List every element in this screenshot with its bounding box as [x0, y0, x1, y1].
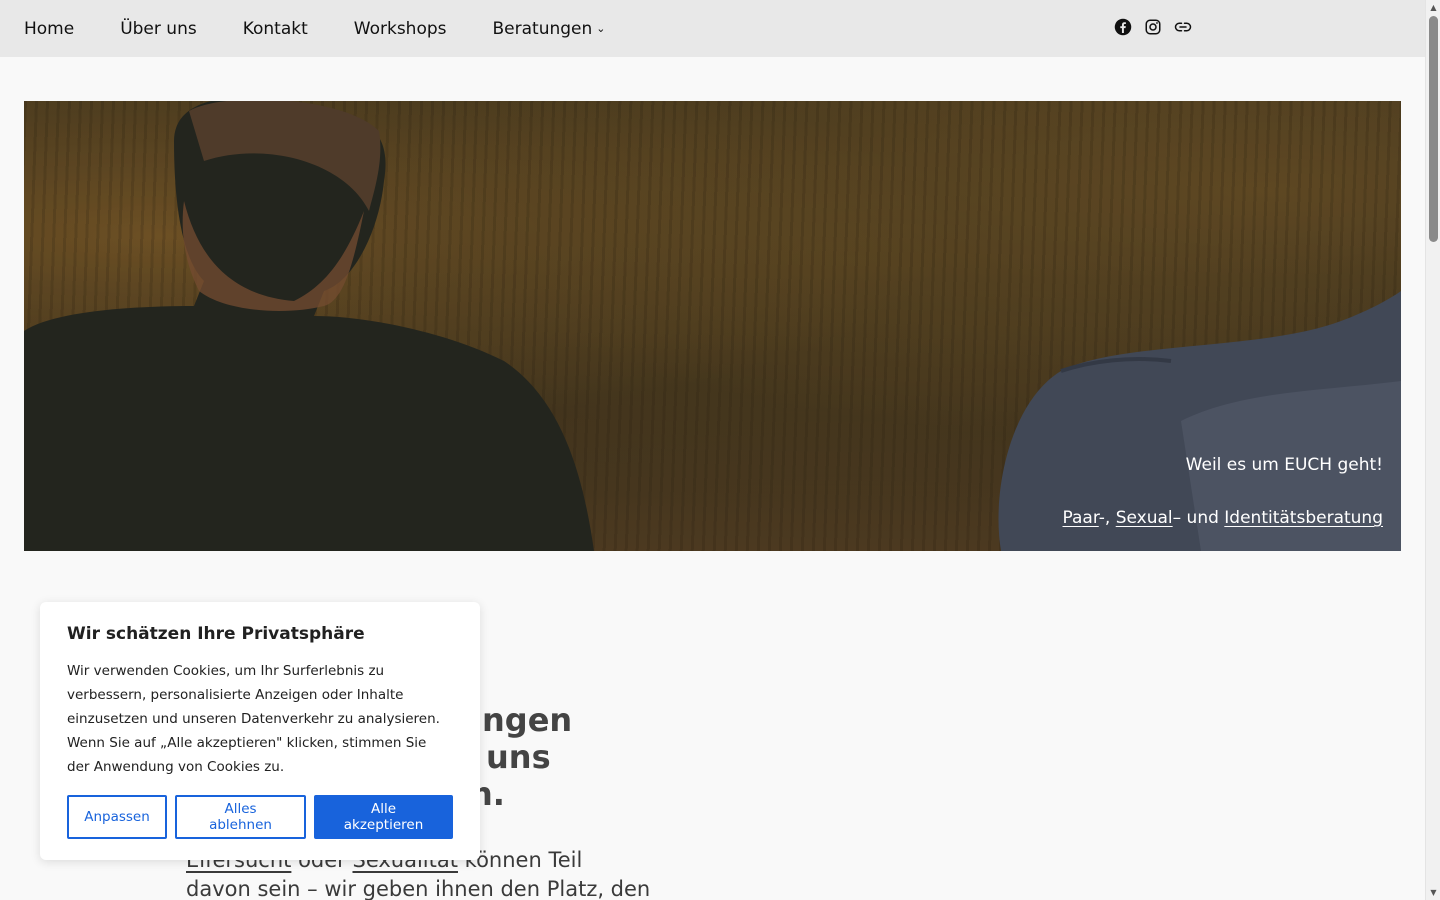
cookie-title: Wir schätzen Ihre Privatsphäre	[67, 624, 365, 644]
intro-line-2: davon sein – wir geben ihnen den Platz, …	[186, 877, 651, 900]
nav-contact[interactable]: Kontakt	[243, 19, 308, 39]
separator-1: -,	[1098, 508, 1116, 528]
site-header: Home Über uns Kontakt Workshops Beratung…	[0, 0, 1425, 57]
hero-overlay	[24, 101, 1401, 551]
cookie-actions: Anpassen Alles ablehnen Alle akzeptieren	[67, 795, 453, 839]
cookie-consent-banner: Wir schätzen Ihre Privatsphäre Wir verwe…	[40, 602, 480, 860]
page-scrollbar[interactable]: ▲ ▼	[1425, 0, 1440, 900]
scroll-down-icon[interactable]: ▼	[1426, 885, 1440, 900]
hero-banner: Weil es um EUCH geht! Paar-, Sexual– und…	[24, 101, 1401, 551]
scrollbar-thumb[interactable]	[1429, 16, 1438, 242]
social-links	[1114, 18, 1192, 36]
main-nav: Home Über uns Kontakt Workshops Beratung…	[24, 0, 652, 57]
reject-all-button[interactable]: Alles ablehnen	[175, 795, 306, 839]
hero-services: Paar-, Sexual– und Identitätsberatung	[1063, 508, 1383, 528]
separator-2: – und	[1172, 508, 1225, 528]
chevron-down-icon: ⌄	[596, 22, 606, 35]
link-sexualberatung[interactable]: Sexual	[1116, 508, 1173, 528]
link-paarberatung[interactable]: Paar	[1063, 508, 1099, 528]
hero-tagline: Weil es um EUCH geht!	[1185, 455, 1383, 475]
scroll-up-icon[interactable]: ▲	[1426, 0, 1440, 15]
nav-beratungen-label: Beratungen	[492, 18, 593, 39]
cookie-text: Wir verwenden Cookies, um Ihr Surferlebn…	[67, 663, 440, 775]
nav-home[interactable]: Home	[24, 19, 74, 39]
nav-beratungen[interactable]: Beratungen ⌄	[493, 19, 606, 39]
nav-workshops[interactable]: Workshops	[354, 19, 447, 39]
facebook-icon[interactable]	[1114, 18, 1132, 36]
accept-all-button[interactable]: Alle akzeptieren	[314, 795, 453, 839]
link-icon[interactable]	[1174, 18, 1192, 36]
instagram-icon[interactable]	[1144, 18, 1162, 36]
link-identitaetsberatung[interactable]: Identitätsberatung	[1224, 508, 1383, 528]
customize-button[interactable]: Anpassen	[67, 795, 167, 839]
nav-about[interactable]: Über uns	[120, 19, 197, 39]
